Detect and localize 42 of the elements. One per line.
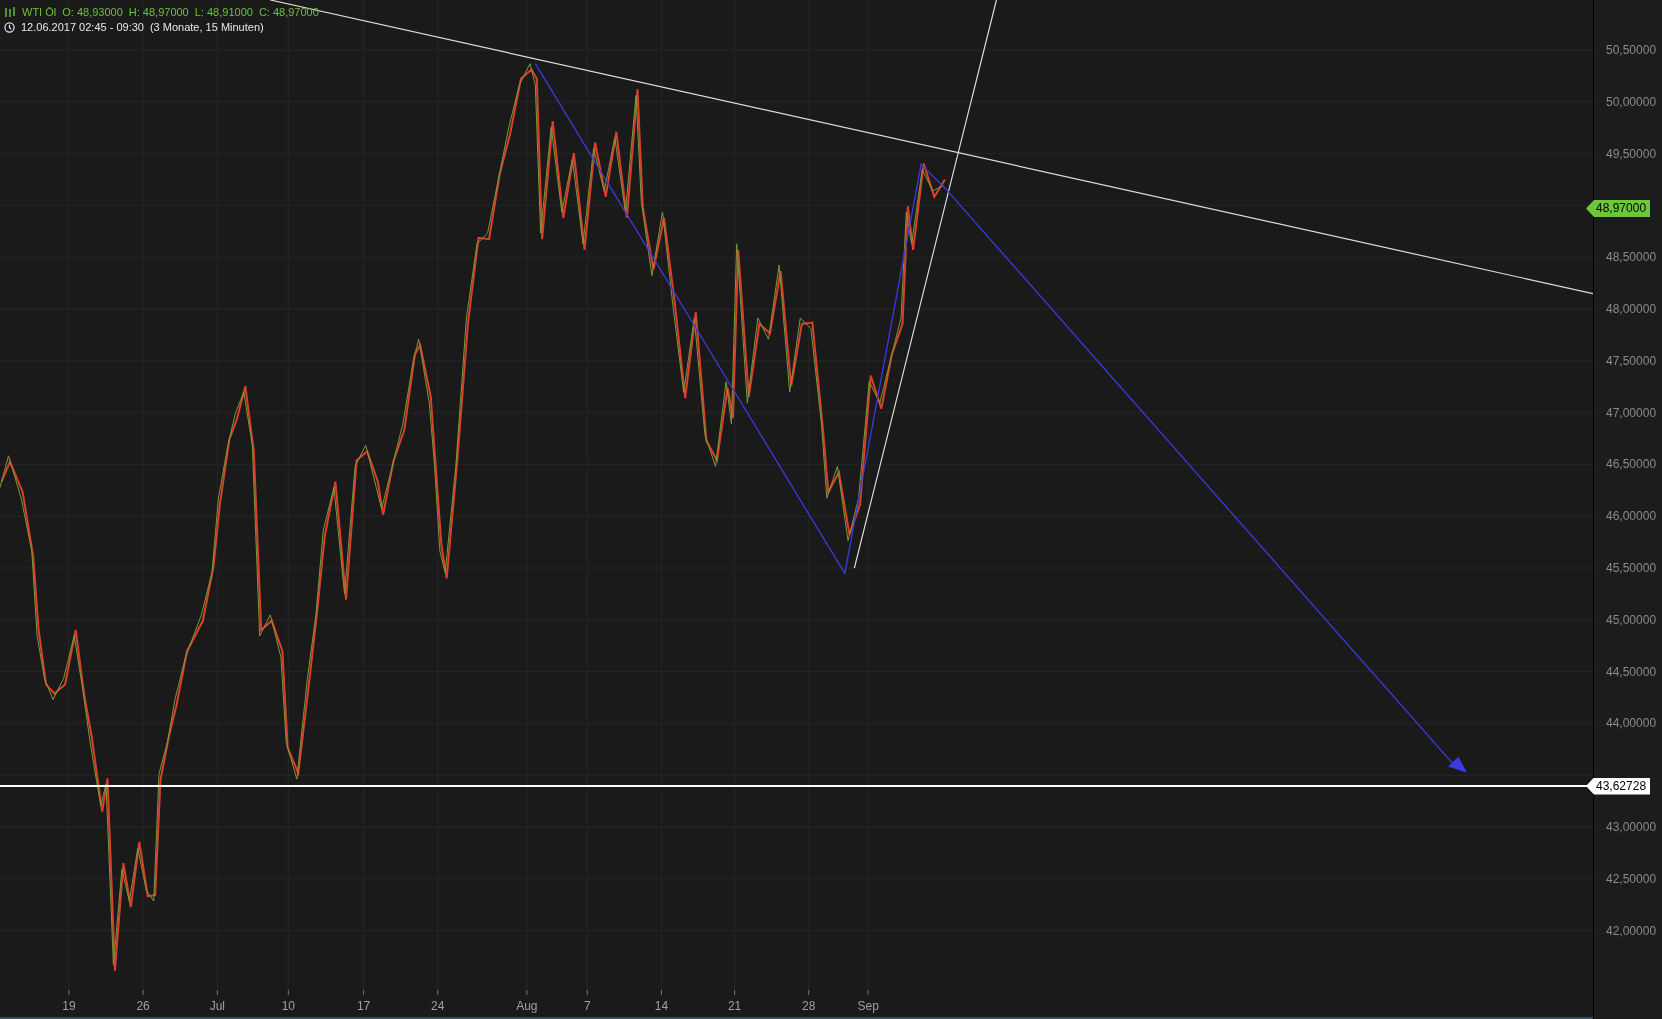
time-axis-label: Aug [516,999,538,1013]
time-axis-label: 19 [62,999,76,1013]
price-tag: 48,97000 [1586,200,1651,217]
price-axis-label: 47,50000 [1606,353,1657,368]
price-axis-label: 46,50000 [1606,457,1657,472]
price-axis-label: 48,50000 [1606,250,1657,265]
price-axis-label: 44,50000 [1606,664,1657,679]
price-axis-label: 45,00000 [1606,612,1657,627]
price-axis-label: 48,00000 [1606,302,1657,316]
ohlc-value: O: 48,93000 [62,6,123,18]
price-axis-label: 47,00000 [1606,405,1657,420]
ohlc-value: H: 48,97000 [128,6,189,18]
time-axis-label: 28 [802,999,816,1013]
price-axis-label: 50,00000 [1606,94,1657,109]
trend-line[interactable] [269,0,1593,295]
time-axis-label: 14 [654,999,669,1013]
price-axis-label: 42,50000 [1606,871,1657,886]
ohlc-value: C: 48,97000 [258,6,319,18]
price-axis-label: 49,50000 [1606,146,1657,161]
time-axis-label: Sep [857,999,879,1013]
trend-line[interactable] [853,0,997,569]
instrument-name: WTI Öl [22,6,57,18]
time-axis-label: 21 [727,999,742,1013]
price-axis-label: 44,00000 [1606,716,1657,731]
price-axis-label: 46,00000 [1606,509,1657,524]
period-label: (3 Monate, 15 Minuten) [149,21,264,33]
date-range: 12.06.2017 02:45 - 09:30 [21,21,144,33]
candles-icon [4,6,16,18]
ohlc-value: L: 48,91000 [194,6,253,18]
price-axis-label: 43,00000 [1606,820,1657,834]
price-axis-label: 50,50000 [1606,43,1657,57]
price-axis-label: 45,50000 [1606,561,1657,575]
time-axis-label: 24 [431,999,445,1013]
time-axis-label: 10 [281,999,295,1013]
clock-icon [4,21,15,33]
zigzag-arrow[interactable] [534,62,1468,773]
time-axis-label: Jul [209,999,225,1013]
price-tag: 43,62728 [1586,777,1651,795]
time-axis-label: 26 [136,999,150,1013]
price-axis-label: 42,00000 [1606,923,1657,938]
time-axis-label: 7 [583,999,591,1013]
time-axis-label: 17 [356,999,371,1013]
